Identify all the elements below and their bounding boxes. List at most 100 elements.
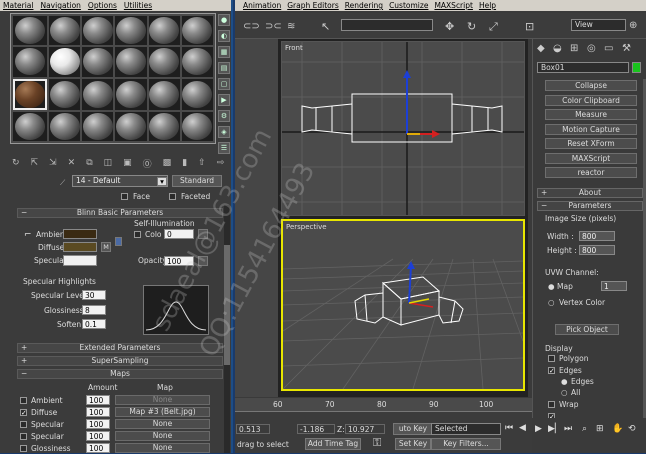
sample-slot[interactable]: [82, 47, 114, 77]
key-mode-dropdown[interactable]: Selected: [431, 423, 501, 435]
coord-x-field[interactable]: 0.513: [236, 424, 270, 434]
sample-slot[interactable]: [49, 16, 81, 46]
utilities-tab-icon[interactable]: ⚒: [622, 43, 631, 54]
go-to-start-icon[interactable]: ⏮: [505, 423, 513, 433]
get-material-icon[interactable]: ↻: [12, 158, 20, 168]
coord-y-field[interactable]: -1.186: [297, 424, 335, 434]
diffuse-map-button[interactable]: M: [101, 242, 111, 252]
glossiness-spinner[interactable]: 8: [82, 305, 106, 315]
assign-material-icon[interactable]: ⇲: [49, 158, 57, 168]
prev-frame-icon[interactable]: ◀: [519, 423, 526, 433]
sample-slot[interactable]: [115, 47, 147, 77]
utility-button[interactable]: Color Clipboard: [545, 95, 637, 106]
unlink-icon[interactable]: ⊃⊂: [265, 21, 282, 32]
menu-help[interactable]: Help: [479, 1, 496, 10]
map-amount-spinner[interactable]: 100: [86, 395, 110, 405]
object-name-field[interactable]: Box01: [537, 62, 629, 73]
sample-slot[interactable]: [49, 111, 81, 141]
uv-tiling-icon[interactable]: ▤: [218, 62, 230, 74]
utility-button[interactable]: reactor: [545, 167, 637, 178]
put-to-scene-icon[interactable]: ⇱: [31, 158, 39, 168]
go-to-end-icon[interactable]: ⏭: [564, 424, 572, 434]
sample-slot[interactable]: [181, 111, 213, 141]
zoom-all-icon[interactable]: ⊞: [596, 424, 604, 434]
diffuse-lock-button[interactable]: [115, 237, 122, 246]
sample-slot[interactable]: [13, 16, 47, 46]
map-slot-button[interactable]: None: [115, 443, 210, 453]
utility-button[interactable]: Collapse: [545, 80, 637, 91]
specular-level-spinner[interactable]: 30: [82, 290, 106, 300]
sample-type-icon[interactable]: ●: [218, 14, 230, 26]
select-object-icon[interactable]: ↖: [321, 20, 330, 33]
menu-options[interactable]: Options: [88, 1, 117, 10]
snap-icon[interactable]: ⊡: [525, 20, 534, 33]
sample-slot[interactable]: [82, 111, 114, 141]
ambient-color-swatch[interactable]: [63, 229, 97, 239]
height-spinner[interactable]: 800: [579, 245, 615, 255]
width-spinner[interactable]: 800: [579, 231, 615, 241]
utility-button[interactable]: Reset XForm: [545, 138, 637, 149]
map-amount-spinner[interactable]: 100: [86, 419, 110, 429]
utility-button[interactable]: Motion Capture: [545, 124, 637, 135]
material-type-button[interactable]: Standard: [172, 175, 222, 187]
menu-utilities[interactable]: Utilities: [124, 1, 152, 10]
map-enable-checkbox[interactable]: ✓: [20, 409, 27, 417]
all-radio[interactable]: ○: [561, 388, 568, 397]
reset-map-icon[interactable]: ✕: [68, 158, 76, 168]
key-filters-button[interactable]: Key Filters...: [431, 438, 501, 450]
lock-bracket-icon[interactable]: ⌐: [24, 230, 32, 240]
go-to-parent-icon[interactable]: ⇧: [198, 158, 206, 168]
selection-filter-dropdown[interactable]: [341, 19, 433, 31]
pivot-icon[interactable]: ⊕: [629, 20, 637, 31]
map-slot-button[interactable]: None: [115, 419, 210, 429]
soften-spinner[interactable]: 0.1: [82, 319, 106, 329]
show-map-icon[interactable]: ▩: [163, 158, 172, 168]
menu-material[interactable]: Material: [3, 1, 33, 10]
pan-icon[interactable]: ✋: [612, 424, 623, 434]
move-icon[interactable]: ✥: [445, 20, 454, 33]
utility-button[interactable]: MAXScript: [545, 153, 637, 164]
sample-slot[interactable]: [13, 111, 47, 141]
map-radio[interactable]: ●: [548, 282, 555, 291]
specular-color-swatch[interactable]: [63, 255, 97, 266]
diffuse-color-swatch[interactable]: [63, 242, 97, 252]
coord-z-field[interactable]: 10.927: [345, 424, 385, 434]
scale-icon[interactable]: ⤢: [489, 20, 498, 34]
reference-coord-dropdown[interactable]: View: [571, 19, 626, 31]
polygon-checkbox[interactable]: [548, 355, 555, 362]
front-viewport-label[interactable]: Front: [285, 44, 303, 52]
sample-slot[interactable]: [181, 78, 213, 110]
sample-slot[interactable]: [49, 47, 81, 77]
copy-material-icon[interactable]: ⧉: [86, 158, 92, 168]
sample-slot[interactable]: [49, 78, 81, 110]
bind-space-warp-icon[interactable]: ≋: [287, 21, 295, 32]
rotate-icon[interactable]: ↻: [467, 20, 476, 33]
map-slot-button[interactable]: Map #3 (Belt.jpg): [115, 407, 210, 417]
orbit-icon[interactable]: ⟲: [628, 424, 636, 434]
options-icon[interactable]: ⚙: [218, 110, 230, 122]
map-channel-spinner[interactable]: 1: [601, 281, 627, 291]
sample-slot[interactable]: [115, 16, 147, 46]
menu-maxscript[interactable]: MAXScript: [434, 1, 473, 10]
face-checkbox[interactable]: [121, 193, 128, 200]
blinn-rollout-header[interactable]: − Blinn Basic Parameters: [17, 208, 223, 218]
menu-navigation[interactable]: Navigation: [40, 1, 80, 10]
modify-tab-icon[interactable]: ◒: [553, 43, 562, 54]
add-time-tag-button[interactable]: Add Time Tag: [305, 438, 361, 450]
sample-slot[interactable]: [13, 47, 47, 77]
sample-slot[interactable]: [82, 78, 114, 110]
map-enable-checkbox[interactable]: [20, 421, 27, 428]
backlight-icon[interactable]: ◐: [218, 30, 230, 42]
link-icon[interactable]: ⊂⊃: [243, 21, 260, 32]
eyedropper-icon[interactable]: ⟋: [60, 178, 65, 188]
maps-rollout-header[interactable]: − Maps: [17, 369, 223, 379]
key-icon[interactable]: ⚿: [373, 436, 381, 450]
map-enable-checkbox[interactable]: [20, 433, 27, 440]
front-viewport[interactable]: Front: [281, 41, 525, 216]
edges-radio[interactable]: ●: [561, 377, 568, 386]
object-color-swatch[interactable]: [632, 62, 641, 73]
sample-slot[interactable]: [115, 111, 147, 141]
material-name-field[interactable]: 14 - Default: [72, 175, 168, 187]
map-slot-button[interactable]: None: [115, 395, 210, 405]
self-illum-spinner[interactable]: 0: [164, 229, 194, 239]
